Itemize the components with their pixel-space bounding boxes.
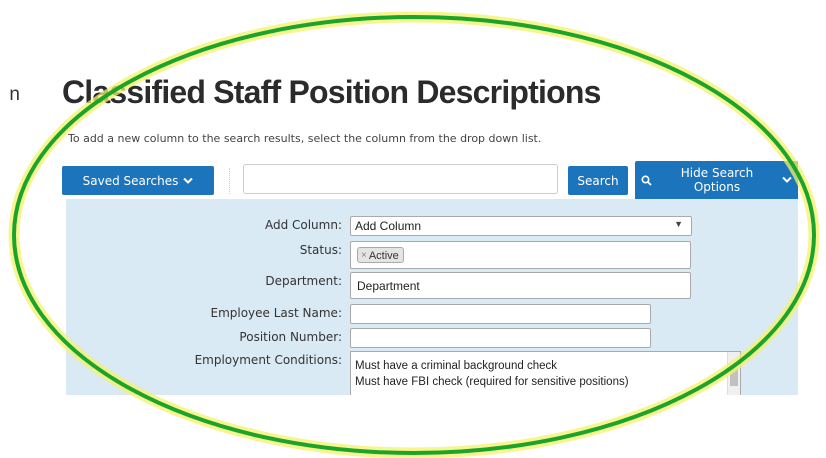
hide-search-options-button[interactable]: Hide Search Options (635, 161, 798, 199)
chevron-down-icon (183, 177, 194, 184)
list-item[interactable]: Must have FBI check (required for sensit… (351, 374, 629, 390)
saved-searches-label: Saved Searches (82, 173, 179, 188)
instructions-text: To add a new column to the search result… (68, 132, 542, 145)
department-field[interactable]: Department (350, 272, 691, 299)
toolbar-separator (229, 168, 230, 194)
add-column-select[interactable]: Add Column ▼ (350, 216, 692, 236)
list-item[interactable]: Must have a criminal background check (351, 358, 629, 374)
page-title: Classified Staff Position Descriptions (62, 74, 601, 110)
position-number-input[interactable] (350, 328, 651, 348)
remove-tag-icon[interactable]: × (361, 250, 367, 261)
scrollbar[interactable] (727, 352, 740, 395)
hide-search-options-label: Hide Search Options (680, 166, 754, 194)
department-label: Department: (265, 274, 342, 288)
employment-conditions-label: Employment Conditions: (194, 353, 342, 367)
employment-conditions-listbox[interactable]: Must have a criminal background check Mu… (350, 351, 741, 395)
search-button[interactable]: Search (568, 166, 628, 195)
status-tag-active[interactable]: × Active (357, 247, 404, 263)
status-label: Status: (299, 243, 342, 257)
department-placeholder: Department (357, 278, 420, 293)
status-tag-label: Active (368, 249, 399, 262)
position-number-label: Position Number: (239, 330, 342, 344)
employee-last-name-label: Employee Last Name: (210, 306, 342, 320)
add-column-value: Add Column (355, 219, 422, 233)
search-input[interactable] (243, 164, 558, 194)
status-multiselect[interactable]: × Active (350, 241, 691, 269)
saved-searches-button[interactable]: Saved Searches (62, 166, 214, 195)
employee-last-name-input[interactable] (350, 304, 651, 324)
chevron-down-icon (782, 176, 792, 183)
search-icon (641, 175, 652, 186)
add-column-label: Add Column: (264, 218, 342, 232)
dropdown-arrow-icon: ▼ (674, 219, 683, 229)
truncated-left-text: n (9, 84, 20, 105)
scrollbar-thumb[interactable] (730, 368, 738, 386)
